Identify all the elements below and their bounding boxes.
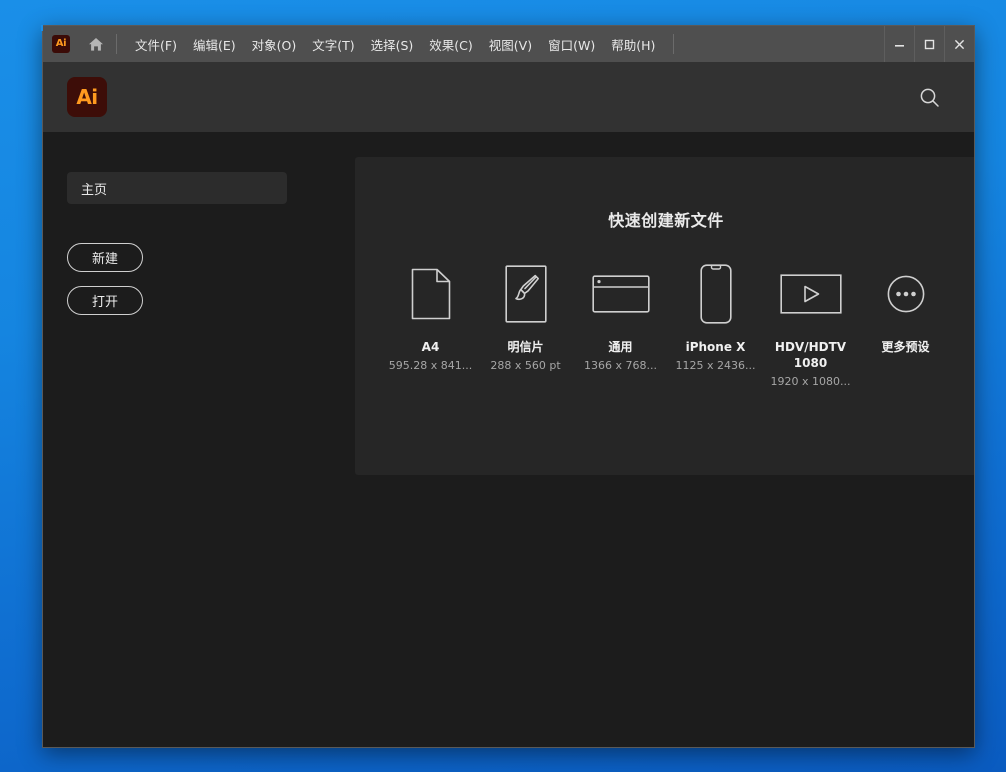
- maximize-button[interactable]: [914, 26, 944, 62]
- preset-name: 更多预设: [881, 340, 930, 354]
- preset-size: 1366 x 768...: [584, 359, 657, 373]
- menu-item-window[interactable]: 窗口(W): [540, 31, 603, 58]
- menu-bar: 文件(F) 编辑(E) 对象(O) 文字(T) 选择(S) 效果(C) 视图(V…: [127, 26, 663, 62]
- preset-name: A4: [421, 340, 440, 354]
- preset-item-postcard[interactable]: 明信片 288 x 560 pt: [478, 263, 573, 388]
- new-button[interactable]: 新建: [67, 243, 143, 272]
- menu-item-select[interactable]: 选择(S): [363, 31, 422, 58]
- video-play-icon: [779, 263, 842, 325]
- close-button[interactable]: [944, 26, 974, 62]
- preset-size: 288 x 560 pt: [490, 359, 561, 373]
- preset-item-a4[interactable]: A4 595.28 x 841...: [383, 263, 478, 388]
- app-header: Ai: [43, 62, 974, 132]
- preset-size: 595.28 x 841...: [388, 359, 473, 373]
- titlebar-divider: [116, 34, 117, 54]
- preset-item-more-presets[interactable]: 更多预设: [858, 263, 953, 388]
- preset-item-iphone-x[interactable]: iPhone X 1125 x 2436...: [668, 263, 763, 388]
- paintbrush-icon: [504, 263, 547, 325]
- ellipsis-circle-icon: [887, 263, 925, 325]
- home-tab-label: 主页: [81, 182, 108, 198]
- menu-item-edit[interactable]: 编辑(E): [185, 31, 244, 58]
- illustrator-logo: Ai: [67, 77, 107, 117]
- menu-item-file[interactable]: 文件(F): [127, 31, 185, 58]
- menu-item-view[interactable]: 视图(V): [481, 31, 540, 58]
- menu-item-help[interactable]: 帮助(H): [603, 31, 663, 58]
- preset-size: 1125 x 2436...: [675, 359, 756, 373]
- preset-name: 明信片: [507, 340, 544, 354]
- menu-item-effect[interactable]: 效果(C): [421, 31, 480, 58]
- search-icon[interactable]: [912, 80, 946, 114]
- app-body: 主页 新建 打开 快速创建新文件 A4 595.28 x 841... 明信片 …: [43, 132, 974, 747]
- home-icon[interactable]: [86, 35, 106, 53]
- preset-size: 1920 x 1080...: [770, 375, 851, 389]
- titlebar-divider-right: [673, 34, 675, 54]
- preset-name: iPhone X: [685, 340, 746, 354]
- panel-title: 快速创建新文件: [608, 211, 724, 230]
- preset-item-web[interactable]: 通用 1366 x 768...: [573, 263, 668, 388]
- preset-name: 通用: [608, 340, 633, 354]
- document-page-icon: [411, 263, 451, 325]
- open-button[interactable]: 打开: [67, 286, 143, 315]
- browser-window-icon: [591, 263, 650, 325]
- sidebar: 主页 新建 打开: [43, 132, 355, 747]
- preset-item-hdtv[interactable]: HDV/HDTV 1080 1920 x 1080...: [763, 263, 858, 388]
- minimize-button[interactable]: [884, 26, 914, 62]
- sidebar-item-home[interactable]: 主页: [67, 172, 287, 204]
- window-controls: [884, 26, 974, 62]
- menu-item-object[interactable]: 对象(O): [244, 31, 305, 58]
- content-area: 快速创建新文件 A4 595.28 x 841... 明信片 288 x 560…: [355, 132, 974, 747]
- phone-icon: [699, 263, 732, 325]
- preset-name: HDV/HDTV 1080: [774, 340, 847, 371]
- titlebar-app-icon: Ai: [52, 35, 70, 53]
- menu-item-type[interactable]: 文字(T): [304, 31, 362, 58]
- preset-list: A4 595.28 x 841... 明信片 288 x 560 pt 通用 1…: [355, 263, 974, 388]
- quick-create-panel: 快速创建新文件 A4 595.28 x 841... 明信片 288 x 560…: [355, 157, 974, 475]
- application-window: Ai 文件(F) 编辑(E) 对象(O) 文字(T) 选择(S) 效果(C) 视…: [41, 25, 975, 748]
- title-bar: Ai 文件(F) 编辑(E) 对象(O) 文字(T) 选择(S) 效果(C) 视…: [43, 26, 974, 62]
